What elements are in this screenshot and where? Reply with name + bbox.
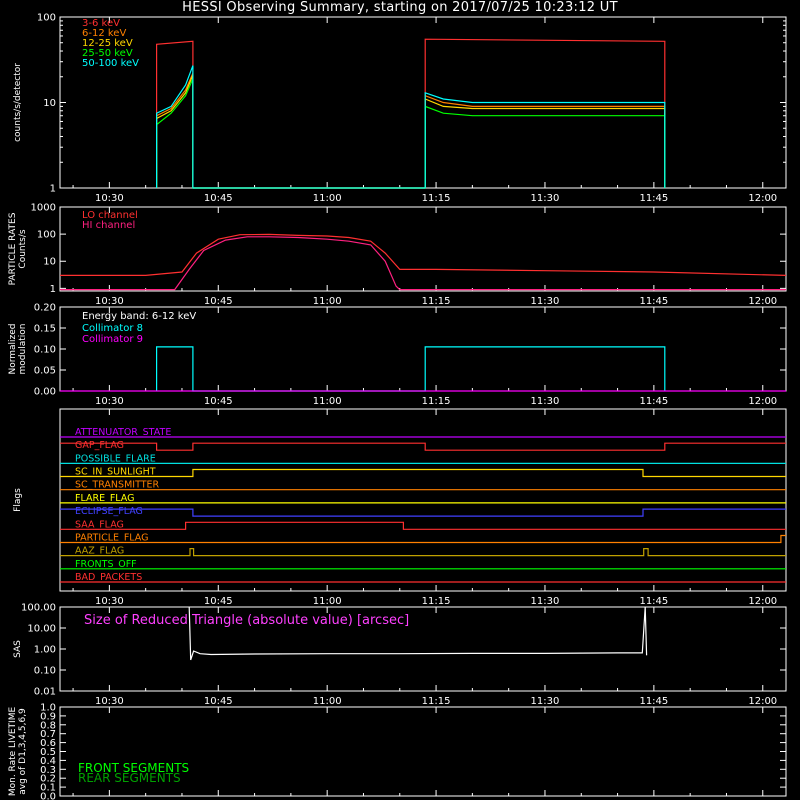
- modulation-annotation: Energy band: 6-12 keV: [82, 311, 196, 322]
- count-rates-xtick-label: 11:15: [422, 193, 451, 204]
- particle-rates-frame: [59, 206, 787, 292]
- flags-xtick-label: 11:00: [313, 596, 342, 607]
- modulation-ytick-label: 0.05: [34, 366, 56, 377]
- particle-rates-series-1: [60, 236, 786, 291]
- modulation-legend-entry: Collimator 8: [82, 323, 143, 334]
- sas-ytick-label: 0.01: [34, 687, 56, 698]
- flags-xtick-label: 10:45: [204, 596, 233, 607]
- sas-xtick-label: 11:30: [531, 696, 560, 707]
- particle-rates-legend-entry: HI channel: [82, 220, 135, 231]
- particle-rates-ytick-label: 1: [50, 284, 56, 295]
- particle-rates-xtick-label: 11:15: [422, 296, 451, 307]
- flags-label: SAA_FLAG: [75, 519, 124, 530]
- particle-rates-xtick-label: 10:30: [95, 296, 124, 307]
- particle-rates-ytick-label: 100: [37, 230, 56, 241]
- flags-label: FRONTS_OFF: [75, 559, 137, 570]
- flags-label: POSSIBLE_FLARE: [75, 453, 156, 464]
- particle-rates-ylabel: Counts/s: [18, 229, 28, 268]
- modulation-xtick-label: 11:15: [422, 396, 451, 407]
- particle-rates-xtick-label: 11:45: [639, 296, 668, 307]
- flags-xtick-label: 10:30: [95, 596, 124, 607]
- flags-series-6: [60, 508, 786, 517]
- count-rates-ytick-label: 10: [43, 98, 56, 109]
- count-rates-xtick-label: 10:45: [204, 193, 233, 204]
- modulation-ytick-label: 0.15: [34, 324, 56, 335]
- flags-xtick-label: 12:00: [748, 596, 777, 607]
- sas-annotation: Size of Reduced Triangle (absolute value…: [84, 613, 409, 628]
- modulation-xtick-label: 11:30: [531, 396, 560, 407]
- particle-rates-ytick-label: 1000: [31, 203, 56, 214]
- modulation-legend-entry: Collimator 9: [82, 334, 143, 345]
- modulation-xtick-label: 10:30: [95, 396, 124, 407]
- count-rates-xtick-label: 12:00: [748, 193, 777, 204]
- flags-xtick-label: 11:45: [639, 596, 668, 607]
- flags-xtick-label: 11:30: [531, 596, 560, 607]
- sas-xtick-label: 11:15: [422, 696, 451, 707]
- livetime-ytick-label: 1.0: [40, 703, 56, 714]
- sas-xtick-label: 11:00: [313, 696, 342, 707]
- sas-xtick-label: 12:00: [748, 696, 777, 707]
- sas-xtick-label: 11:45: [639, 696, 668, 707]
- particle-rates-xtick-label: 11:30: [531, 296, 560, 307]
- sas-ytick-label: 1.00: [34, 645, 56, 656]
- flags-series-9: [60, 548, 786, 557]
- count-rates-ytick-label: 1: [50, 184, 56, 195]
- count-rates-xtick-label: 11:45: [639, 193, 668, 204]
- modulation-xtick-label: 10:45: [204, 396, 233, 407]
- particle-rates-series-0: [60, 233, 787, 276]
- sas-ytick-label: 100.00: [21, 603, 56, 614]
- modulation-ylabel: modulation: [18, 324, 28, 375]
- sas-xtick-label: 10:30: [95, 696, 124, 707]
- livetime-legend-entry: REAR SEGMENTS: [78, 771, 181, 785]
- modulation-series-0: [156, 346, 666, 392]
- flags-label: ATTENUATOR_STATE: [75, 427, 171, 438]
- flags-label: ECLIPSE_FLAG: [75, 506, 143, 517]
- modulation-xtick-label: 12:00: [748, 396, 777, 407]
- modulation-ytick-label: 0.10: [34, 345, 56, 356]
- particle-rates-xtick-label: 10:45: [204, 296, 233, 307]
- flags-label: AAZ_FLAG: [75, 546, 124, 557]
- flags-label: BAD_PACKETS: [75, 572, 142, 583]
- particle-rates-xtick-label: 11:00: [313, 296, 342, 307]
- livetime-ylabel: Mon. Rate LIVETIME: [8, 707, 18, 797]
- flags-label: SC_TRANSMITTER: [75, 480, 160, 491]
- count-rates-xtick-label: 11:30: [531, 193, 560, 204]
- count-rates-legend-entry: 50-100 keV: [82, 58, 139, 69]
- flags-xtick-label: 11:15: [422, 596, 451, 607]
- count-rates-xtick-label: 11:00: [313, 193, 342, 204]
- flags-series-3: [60, 468, 786, 478]
- sas-ytick-label: 0.10: [34, 666, 56, 677]
- sas-ytick-label: 10.00: [27, 624, 56, 635]
- count-rates-series-0: [156, 38, 666, 189]
- flags-label: GAP_FLAG: [75, 440, 124, 451]
- count-rates-series-3: [156, 78, 666, 189]
- count-rates-series-2: [156, 74, 666, 189]
- livetime-ylabel: avg of D1,3,4,5,6,9: [18, 708, 28, 795]
- modulation-ytick-label: 0.00: [34, 387, 56, 398]
- count-rates-ytick-label: 100: [37, 13, 56, 24]
- flags-label: PARTICLE_FLAG: [75, 532, 148, 543]
- modulation-ytick-label: 0.20: [34, 303, 56, 314]
- flags-series-7: [60, 521, 786, 530]
- flags-label: SC_IN_SUNLIGHT: [75, 467, 156, 478]
- count-rates-series-4: [156, 65, 666, 189]
- count-rates-frame: [59, 16, 787, 189]
- modulation-ylabel: Normalized: [8, 323, 18, 374]
- count-rates-series-1: [156, 72, 666, 189]
- flags-label: FLARE_FLAG: [75, 493, 135, 504]
- count-rates-ylabel: counts/s/detector: [13, 63, 23, 142]
- particle-rates-ytick-label: 10: [43, 257, 56, 268]
- sas-ylabel: SAS: [13, 640, 23, 658]
- observing-summary-chart: 10:30 10:45 11:00 11:15 11:30 11:45 12:0011010…: [8, 13, 787, 800]
- flags-series-8: [60, 534, 786, 544]
- modulation-xtick-label: 11:45: [639, 396, 668, 407]
- flags-ylabel: Flags: [13, 488, 23, 512]
- flags-series-1: [60, 442, 786, 451]
- particle-rates-xtick-label: 12:00: [748, 296, 777, 307]
- particle-rates-ylabel: PARTICLE RATES: [8, 212, 18, 285]
- sas-xtick-label: 10:45: [204, 696, 233, 707]
- modulation-xtick-label: 11:00: [313, 396, 342, 407]
- count-rates-xtick-label: 10:30: [95, 193, 124, 204]
